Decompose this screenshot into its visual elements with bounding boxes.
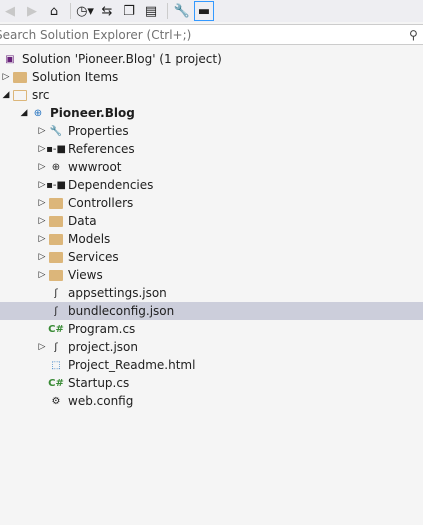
tree-item-label: Solution 'Pioneer.Blog' (1 project): [22, 52, 222, 66]
toolbar: ◀ ▶ ⌂ ◷▾ ⇆ ❐ ▤ 🔧 ▬: [0, 0, 423, 22]
tree-item-label: Dependencies: [68, 178, 154, 192]
tree-item-label: Models: [68, 232, 111, 246]
tree-item-label: Services: [68, 250, 119, 264]
tree-item[interactable]: ▷ ⊕ wwwroot: [0, 158, 423, 176]
folder-icon: [48, 214, 64, 228]
toolbar-separator: [70, 3, 71, 19]
tree-item[interactable]: ▷ Models: [0, 230, 423, 248]
home-icon: ⌂: [49, 3, 59, 19]
tree-item[interactable]: C# Startup.cs: [0, 374, 423, 392]
folder-icon: [12, 70, 28, 84]
back-button[interactable]: ◀: [0, 1, 20, 21]
tree-item[interactable]: ʃ bundleconfig.json: [0, 302, 423, 320]
pending-changes-filter-button[interactable]: ◷▾: [75, 1, 95, 21]
tree-item-label: Startup.cs: [68, 376, 130, 390]
tree-item-label: References: [68, 142, 135, 156]
json-icon: ʃ: [54, 305, 58, 317]
csharp-icon: C#: [48, 377, 64, 389]
tree-item-label: appsettings.json: [68, 286, 167, 300]
folder-icon: [48, 196, 64, 210]
forward-icon: ▶: [27, 3, 37, 19]
tree-item[interactable]: ▷ ▪-■ Dependencies: [0, 176, 423, 194]
tree-item[interactable]: ▷ Solution Items: [0, 68, 423, 86]
search-icon[interactable]: ⚲: [409, 28, 423, 42]
folder-icon: [48, 250, 64, 264]
tree-item-label: project.json: [68, 340, 138, 354]
show-all-files-icon: ▤: [144, 3, 158, 19]
sync-with-active-document-icon: ⇆: [101, 3, 113, 19]
properties-button[interactable]: 🔧: [172, 1, 192, 21]
csharp-icon: C#: [48, 323, 64, 335]
tree-item-label: bundleconfig.json: [68, 304, 175, 318]
back-icon: ◀: [5, 3, 15, 19]
collapsed-arrow-icon[interactable]: ▷: [36, 126, 48, 136]
config-icon: ⚙: [51, 395, 61, 407]
home-button[interactable]: ⌂: [44, 1, 64, 21]
collapsed-arrow-icon[interactable]: ▷: [36, 252, 48, 262]
properties-icon: 🔧: [173, 3, 191, 19]
collapsed-arrow-icon[interactable]: ▷: [36, 270, 48, 280]
tree-item-label: Solution Items: [32, 70, 119, 84]
tree-item-label: Pioneer.Blog: [50, 106, 135, 120]
collapsed-arrow-icon[interactable]: ▷: [36, 342, 48, 352]
folder-icon: [48, 268, 64, 282]
folder-icon: [48, 232, 64, 246]
tree-item[interactable]: ⬚ Project_Readme.html: [0, 356, 423, 374]
web-project-icon: ⊕: [33, 107, 43, 119]
tree-item[interactable]: ▷ Data: [0, 212, 423, 230]
references-icon: ▪-■: [46, 179, 66, 191]
tree-item[interactable]: ʃ appsettings.json: [0, 284, 423, 302]
collapsed-arrow-icon[interactable]: ▷: [36, 198, 48, 208]
collapse-all-icon: ❐: [123, 3, 135, 19]
tree-item[interactable]: ▷ ʃ project.json: [0, 338, 423, 356]
tree-item[interactable]: C# Program.cs: [0, 320, 423, 338]
collapsed-arrow-icon[interactable]: ▷: [0, 72, 12, 82]
search-box[interactable]: ⚲: [0, 24, 423, 45]
tree-item-label: Views: [68, 268, 103, 282]
sync-with-active-document-button[interactable]: ⇆: [97, 1, 117, 21]
preview-selected-items-button[interactable]: ▬: [194, 1, 214, 21]
tree-item[interactable]: ▷ Views: [0, 266, 423, 284]
tree-item-label: Project_Readme.html: [68, 358, 196, 372]
expanded-arrow-icon[interactable]: ◢: [18, 108, 30, 118]
references-icon: ▪-■: [46, 143, 66, 155]
tree-item[interactable]: ▷ Services: [0, 248, 423, 266]
tree-item[interactable]: ▣ Solution 'Pioneer.Blog' (1 project): [0, 50, 423, 68]
wrench-icon: 🔧: [49, 125, 63, 137]
tree-item-label: Program.cs: [68, 322, 136, 336]
tree-item[interactable]: ◢ ⊕ Pioneer.Blog: [0, 104, 423, 122]
show-all-files-button[interactable]: ▤: [141, 1, 161, 21]
tree-item-label: src: [32, 88, 50, 102]
json-icon: ʃ: [54, 341, 58, 353]
solution-icon: ▣: [5, 53, 15, 65]
collapse-all-button[interactable]: ❐: [119, 1, 139, 21]
tree-item[interactable]: ◢ src: [0, 86, 423, 104]
toolbar-separator: [167, 3, 168, 19]
collapsed-arrow-icon[interactable]: ▷: [36, 162, 48, 172]
forward-button[interactable]: ▶: [22, 1, 42, 21]
preview-selected-items-icon: ▬: [197, 3, 211, 19]
folder-open-icon: [12, 88, 28, 102]
collapsed-arrow-icon[interactable]: ▷: [36, 234, 48, 244]
collapsed-arrow-icon[interactable]: ▷: [36, 216, 48, 226]
search-input[interactable]: [0, 27, 409, 42]
tree-item-label: wwwroot: [68, 160, 122, 174]
globe-folder-icon: ⊕: [51, 161, 61, 173]
expanded-arrow-icon[interactable]: ◢: [0, 90, 12, 100]
html-icon: ⬚: [51, 359, 61, 371]
tree-item[interactable]: ▷ Controllers: [0, 194, 423, 212]
tree-item-label: Controllers: [68, 196, 134, 210]
pending-changes-filter-icon: ◷▾: [76, 3, 94, 19]
tree-item-label: Data: [68, 214, 97, 228]
tree-item[interactable]: ▷ ▪-■ References: [0, 140, 423, 158]
json-icon: ʃ: [54, 287, 58, 299]
tree-item[interactable]: ▷ 🔧 Properties: [0, 122, 423, 140]
tree-item-label: Properties: [68, 124, 129, 138]
tree-item-label: web.config: [68, 394, 134, 408]
tree-item[interactable]: ⚙ web.config: [0, 392, 423, 410]
solution-tree: ▣ Solution 'Pioneer.Blog' (1 project) ▷ Sol…: [0, 50, 423, 410]
